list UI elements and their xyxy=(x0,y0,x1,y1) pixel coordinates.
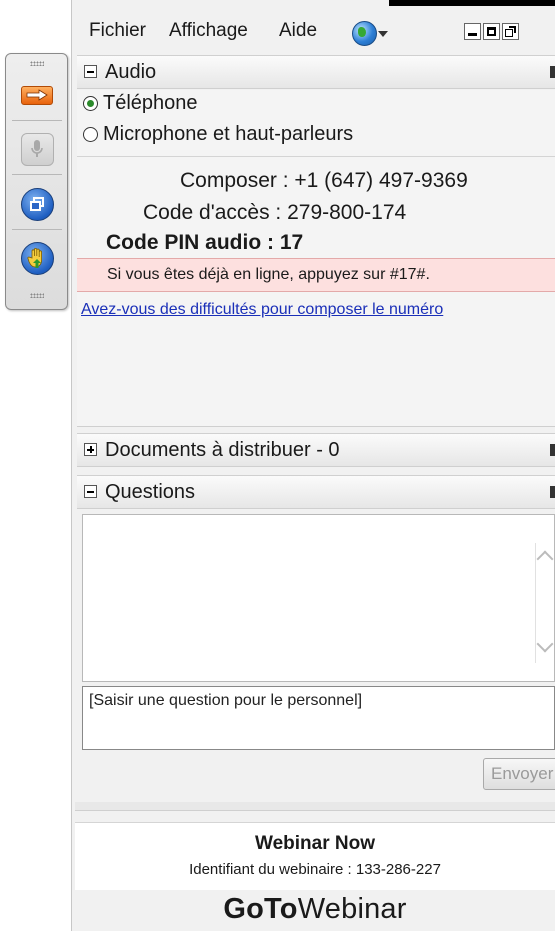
webinar-title: Webinar Now xyxy=(255,833,375,854)
expand-handouts-icon[interactable] xyxy=(84,443,97,456)
section-menu-icon[interactable] xyxy=(550,444,555,456)
raise-hand-icon xyxy=(27,248,42,268)
restore-window-button[interactable] xyxy=(17,184,57,224)
access-code: Code d'accès : 279-800-174 xyxy=(143,201,407,224)
audio-section-header[interactable]: Audio xyxy=(77,55,555,89)
handouts-title: Documents à distribuer - 0 xyxy=(105,439,340,461)
panel-divider xyxy=(75,802,555,811)
webinar-info: Webinar Now Identifiant du webinaire : 1… xyxy=(75,822,555,890)
section-menu-icon[interactable] xyxy=(550,66,555,78)
dialing-help-link[interactable]: Avez-vous des difficultés pour composer … xyxy=(81,301,443,319)
minimize-button[interactable] xyxy=(464,23,481,40)
handouts-section-header[interactable]: Documents à distribuer - 0 xyxy=(77,433,555,467)
radio-unselected-icon[interactable] xyxy=(83,127,98,142)
menu-help[interactable]: Aide xyxy=(279,20,317,42)
grip-handle-top[interactable] xyxy=(30,61,44,66)
restore-window-icon xyxy=(30,197,44,211)
chevron-down-icon[interactable] xyxy=(378,31,388,37)
audio-title: Audio xyxy=(105,61,157,83)
section-menu-icon[interactable] xyxy=(550,486,555,498)
dial-number: Composer : +1 (647) 497-9369 xyxy=(180,169,468,192)
microphone-icon xyxy=(31,140,43,157)
question-input[interactable]: [Saisir une question pour le personnel] xyxy=(82,686,555,750)
collapse-audio-icon[interactable] xyxy=(84,65,97,78)
grab-tab xyxy=(5,53,68,310)
pin-notice: Si vous êtes déjà en ligne, appuyez sur … xyxy=(77,258,555,292)
questions-title: Questions xyxy=(105,481,196,503)
questions-log[interactable] xyxy=(82,514,555,682)
microphone-button[interactable] xyxy=(17,129,57,169)
send-button[interactable]: Envoyer xyxy=(483,758,555,790)
radio-telephone-label: Téléphone xyxy=(103,92,198,114)
control-panel: Fichier Affichage Aide Audio Téléphone M… xyxy=(71,0,555,931)
collapse-questions-icon[interactable] xyxy=(84,485,97,498)
audio-pin: Code PIN audio : 17 xyxy=(106,231,304,254)
radio-telephone[interactable]: Téléphone xyxy=(83,92,198,115)
menu-view[interactable]: Affichage xyxy=(169,20,248,42)
menu-bar: Fichier Affichage Aide xyxy=(72,14,555,50)
show-hide-panel-button[interactable] xyxy=(17,75,57,115)
raise-hand-button[interactable] xyxy=(17,238,57,278)
scroll-arrows-icon[interactable] xyxy=(535,543,554,663)
menu-file[interactable]: Fichier xyxy=(89,20,146,42)
popout-button[interactable] xyxy=(502,23,519,40)
arrow-right-icon xyxy=(26,89,48,101)
radio-selected-icon[interactable] xyxy=(83,96,98,111)
radio-microphone-label: Microphone et haut-parleurs xyxy=(103,123,354,145)
maximize-button[interactable] xyxy=(483,23,500,40)
questions-section-header[interactable]: Questions xyxy=(77,475,555,509)
radio-microphone[interactable]: Microphone et haut-parleurs xyxy=(83,123,353,146)
gotowebinar-logo: GoToWebinar xyxy=(223,893,407,925)
webinar-id: Identifiant du webinaire : 133-286-227 xyxy=(189,861,441,878)
grip-handle-bottom[interactable] xyxy=(30,293,44,298)
globe-icon[interactable] xyxy=(352,21,377,46)
